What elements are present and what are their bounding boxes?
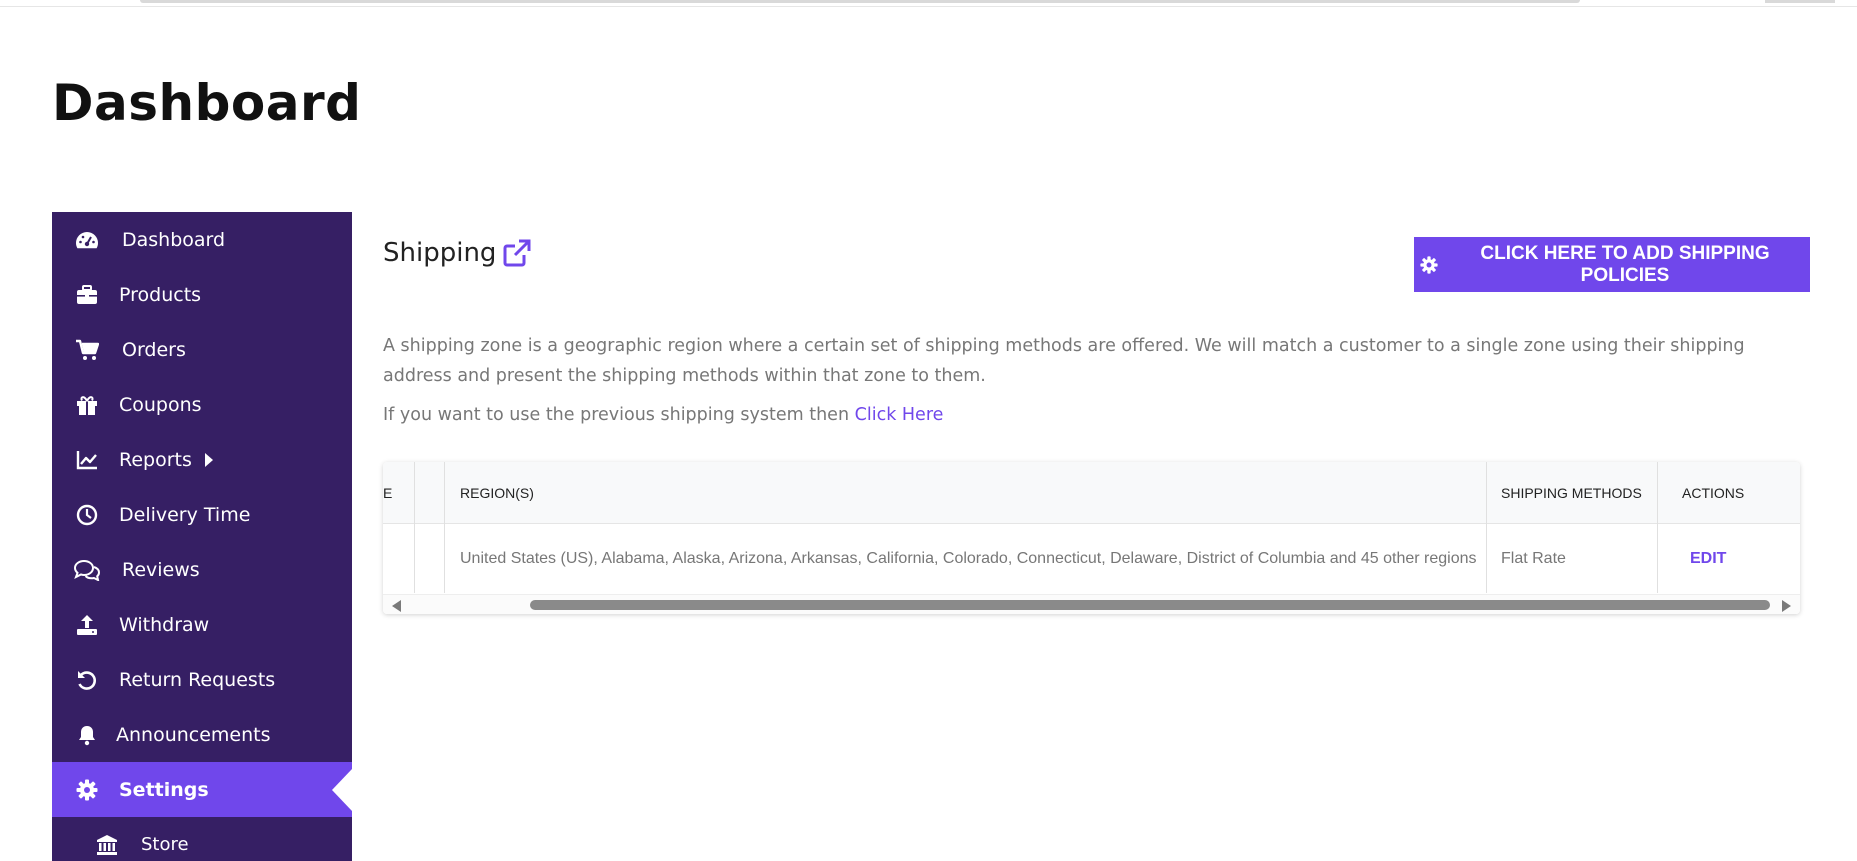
shipping-zones-table: E REGION(S) SHIPPING METHODS ACTIONS Uni…	[383, 462, 1800, 614]
clock-icon	[74, 502, 100, 528]
sidebar-item-coupons[interactable]: Coupons	[52, 377, 352, 432]
top-strip-right	[1765, 0, 1835, 3]
sidebar-item-label: Products	[119, 283, 202, 306]
column-divider	[444, 462, 445, 593]
top-strip	[140, 0, 1580, 3]
sidebar-item-label: Announcements	[116, 723, 271, 746]
sidebar-item-products[interactable]: Products	[52, 267, 352, 322]
sidebar-item-label: Store	[141, 834, 189, 855]
add-shipping-policies-button[interactable]: CLICK HERE TO ADD SHIPPING POLICIES	[1414, 237, 1810, 292]
cell-regions: United States (US), Alabama, Alaska, Ari…	[460, 549, 1477, 567]
column-header-regions: REGION(S)	[460, 484, 534, 501]
sidebar-item-label: Dashboard	[122, 228, 226, 251]
sidebar-item-settings[interactable]: Settings	[52, 762, 352, 817]
sidebar-item-label: Orders	[122, 338, 186, 361]
undo-icon	[74, 667, 100, 693]
scroll-left-arrow-icon[interactable]	[392, 600, 401, 612]
section-title: Shipping	[383, 238, 497, 268]
browser-top-bar	[0, 0, 1857, 7]
sidebar-item-announcements[interactable]: Announcements	[52, 707, 352, 762]
sidebar-item-label: Reviews	[122, 558, 200, 581]
column-divider	[1486, 462, 1487, 593]
sidebar-item-label: Return Requests	[119, 668, 276, 691]
cell-actions: EDIT	[1690, 524, 1726, 593]
sidebar-item-label: Withdraw	[119, 613, 210, 636]
previous-shipping-link[interactable]: Click Here	[855, 405, 944, 425]
column-header-shipping-methods: SHIPPING METHODS	[1501, 484, 1642, 501]
edit-zone-link[interactable]: EDIT	[1690, 550, 1726, 568]
sidebar-item-delivery-time[interactable]: Delivery Time	[52, 487, 352, 542]
scrollbar-thumb[interactable]	[530, 600, 1770, 610]
horizontal-scrollbar[interactable]	[383, 594, 1800, 614]
external-link-icon[interactable]	[502, 238, 532, 268]
gear-icon	[74, 777, 100, 803]
sidebar-item-label: Reports	[119, 448, 192, 471]
briefcase-icon	[74, 282, 100, 308]
shipping-description: A shipping zone is a geographic region w…	[383, 336, 1745, 386]
chart-line-icon	[74, 447, 100, 473]
sidebar-item-dashboard[interactable]: Dashboard	[52, 212, 352, 267]
gift-icon	[74, 392, 100, 418]
caret-right-icon[interactable]	[205, 452, 213, 467]
comments-icon	[74, 557, 100, 583]
sidebar: Dashboard Products Orders Coupons Report…	[52, 212, 352, 861]
dashboard-gauge-icon	[74, 227, 100, 253]
cell-shipping-methods: Flat Rate	[1501, 549, 1566, 567]
column-divider	[414, 462, 415, 593]
sidebar-item-reviews[interactable]: Reviews	[52, 542, 352, 597]
previous-shipping-note: If you want to use the previous shipping…	[383, 400, 943, 430]
sidebar-item-return-requests[interactable]: Return Requests	[52, 652, 352, 707]
column-header-actions: ACTIONS	[1682, 484, 1745, 501]
page-title: Dashboard	[52, 74, 362, 132]
sidebar-item-label: Coupons	[119, 393, 202, 416]
previous-shipping-text: If you want to use the previous shipping…	[383, 405, 850, 425]
sidebar-item-label: Settings	[119, 778, 209, 801]
sidebar-item-store[interactable]: Store	[52, 817, 352, 861]
column-divider	[1657, 462, 1658, 593]
sidebar-item-label: Delivery Time	[119, 503, 251, 526]
cart-icon	[74, 337, 100, 363]
sidebar-item-withdraw[interactable]: Withdraw	[52, 597, 352, 652]
column-header-zone: E	[383, 484, 393, 501]
bell-icon	[74, 722, 100, 748]
gear-icon	[1420, 255, 1438, 274]
sidebar-item-reports[interactable]: Reports	[52, 432, 352, 487]
bank-icon	[94, 832, 120, 858]
scroll-right-arrow-icon[interactable]	[1782, 600, 1791, 612]
upload-icon	[74, 612, 100, 638]
sidebar-item-orders[interactable]: Orders	[52, 322, 352, 377]
add-shipping-policies-label: CLICK HERE TO ADD SHIPPING POLICIES	[1480, 242, 1770, 286]
